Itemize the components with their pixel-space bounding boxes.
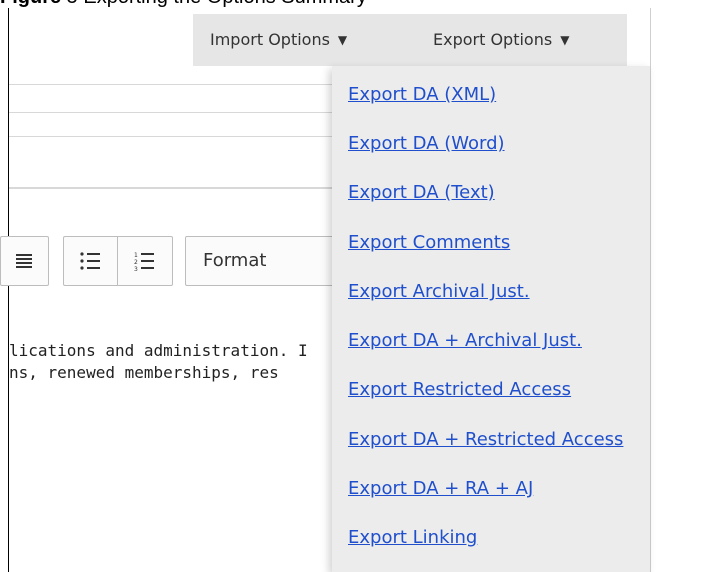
menu-item-export-comments[interactable]: Export Comments [348, 232, 510, 253]
editor-line: ns, renewed memberships, res [9, 363, 279, 382]
field-border [9, 112, 339, 113]
svg-text:2: 2 [134, 259, 138, 266]
menu-item-export-da-ra-aj[interactable]: Export DA + RA + AJ [348, 478, 533, 499]
menu-item-export-da-archival-just[interactable]: Export DA + Archival Just. [348, 330, 582, 351]
caption-text: 5 Exporting the Options Summary [61, 0, 367, 8]
menu-item-export-da-restricted-access[interactable]: Export DA + Restricted Access [348, 429, 623, 450]
import-options-label: Import Options [210, 30, 330, 49]
options-bar: Import Options ▼ Export Options ▼ [193, 14, 627, 66]
export-options-label: Export Options [433, 30, 553, 49]
menu-item-export-da-xml[interactable]: Export DA (XML) [348, 84, 496, 105]
editor-content[interactable]: lications and administration. I ns, rene… [9, 340, 339, 384]
field-border [9, 84, 339, 85]
menu-item-export-archival-just[interactable]: Export Archival Just. [348, 281, 530, 302]
dropdown-arrow-icon: ▼ [560, 33, 570, 47]
menu-item-export-da-text[interactable]: Export DA (Text) [348, 182, 495, 203]
justify-button[interactable] [9, 237, 39, 285]
format-dropdown[interactable]: Format [185, 236, 337, 286]
editor-line: lications and administration. I [9, 341, 308, 360]
menu-item-export-linking[interactable]: Export Linking [348, 527, 477, 548]
left-border [8, 8, 9, 572]
bullet-list-icon [80, 252, 100, 270]
page-frame: Figure 5 Exporting the Options Summary I… [0, 0, 703, 572]
menu-item-export-da-word[interactable]: Export DA (Word) [348, 133, 505, 154]
numbered-list-button[interactable]: 1 2 3 [120, 237, 168, 285]
field-border [9, 136, 339, 137]
button-divider [117, 237, 118, 285]
format-label: Format [203, 250, 267, 271]
justify-icon [16, 254, 32, 268]
export-options-button[interactable]: Export Options ▼ [433, 14, 569, 66]
dropdown-arrow-icon: ▼ [337, 33, 348, 47]
list-toolbar-group: 1 2 3 [63, 236, 173, 286]
text-field[interactable] [9, 187, 340, 189]
numbered-list-icon: 1 2 3 [134, 252, 154, 271]
svg-text:1: 1 [134, 252, 138, 259]
menu-item-export-restricted-access[interactable]: Export Restricted Access [348, 379, 571, 400]
figure-caption: Figure 5 Exporting the Options Summary [0, 0, 367, 8]
svg-text:3: 3 [134, 266, 138, 271]
figure-caption-strip: Figure 5 Exporting the Options Summary [0, 0, 703, 8]
import-options-button[interactable]: Import Options ▼ [210, 14, 347, 66]
caption-bold: Figure [0, 0, 61, 8]
align-toolbar-group [0, 236, 49, 286]
bullet-list-button[interactable] [66, 237, 114, 285]
right-border [650, 8, 651, 572]
export-options-menu: Export DA (XML) Export DA (Word) Export … [332, 66, 650, 572]
